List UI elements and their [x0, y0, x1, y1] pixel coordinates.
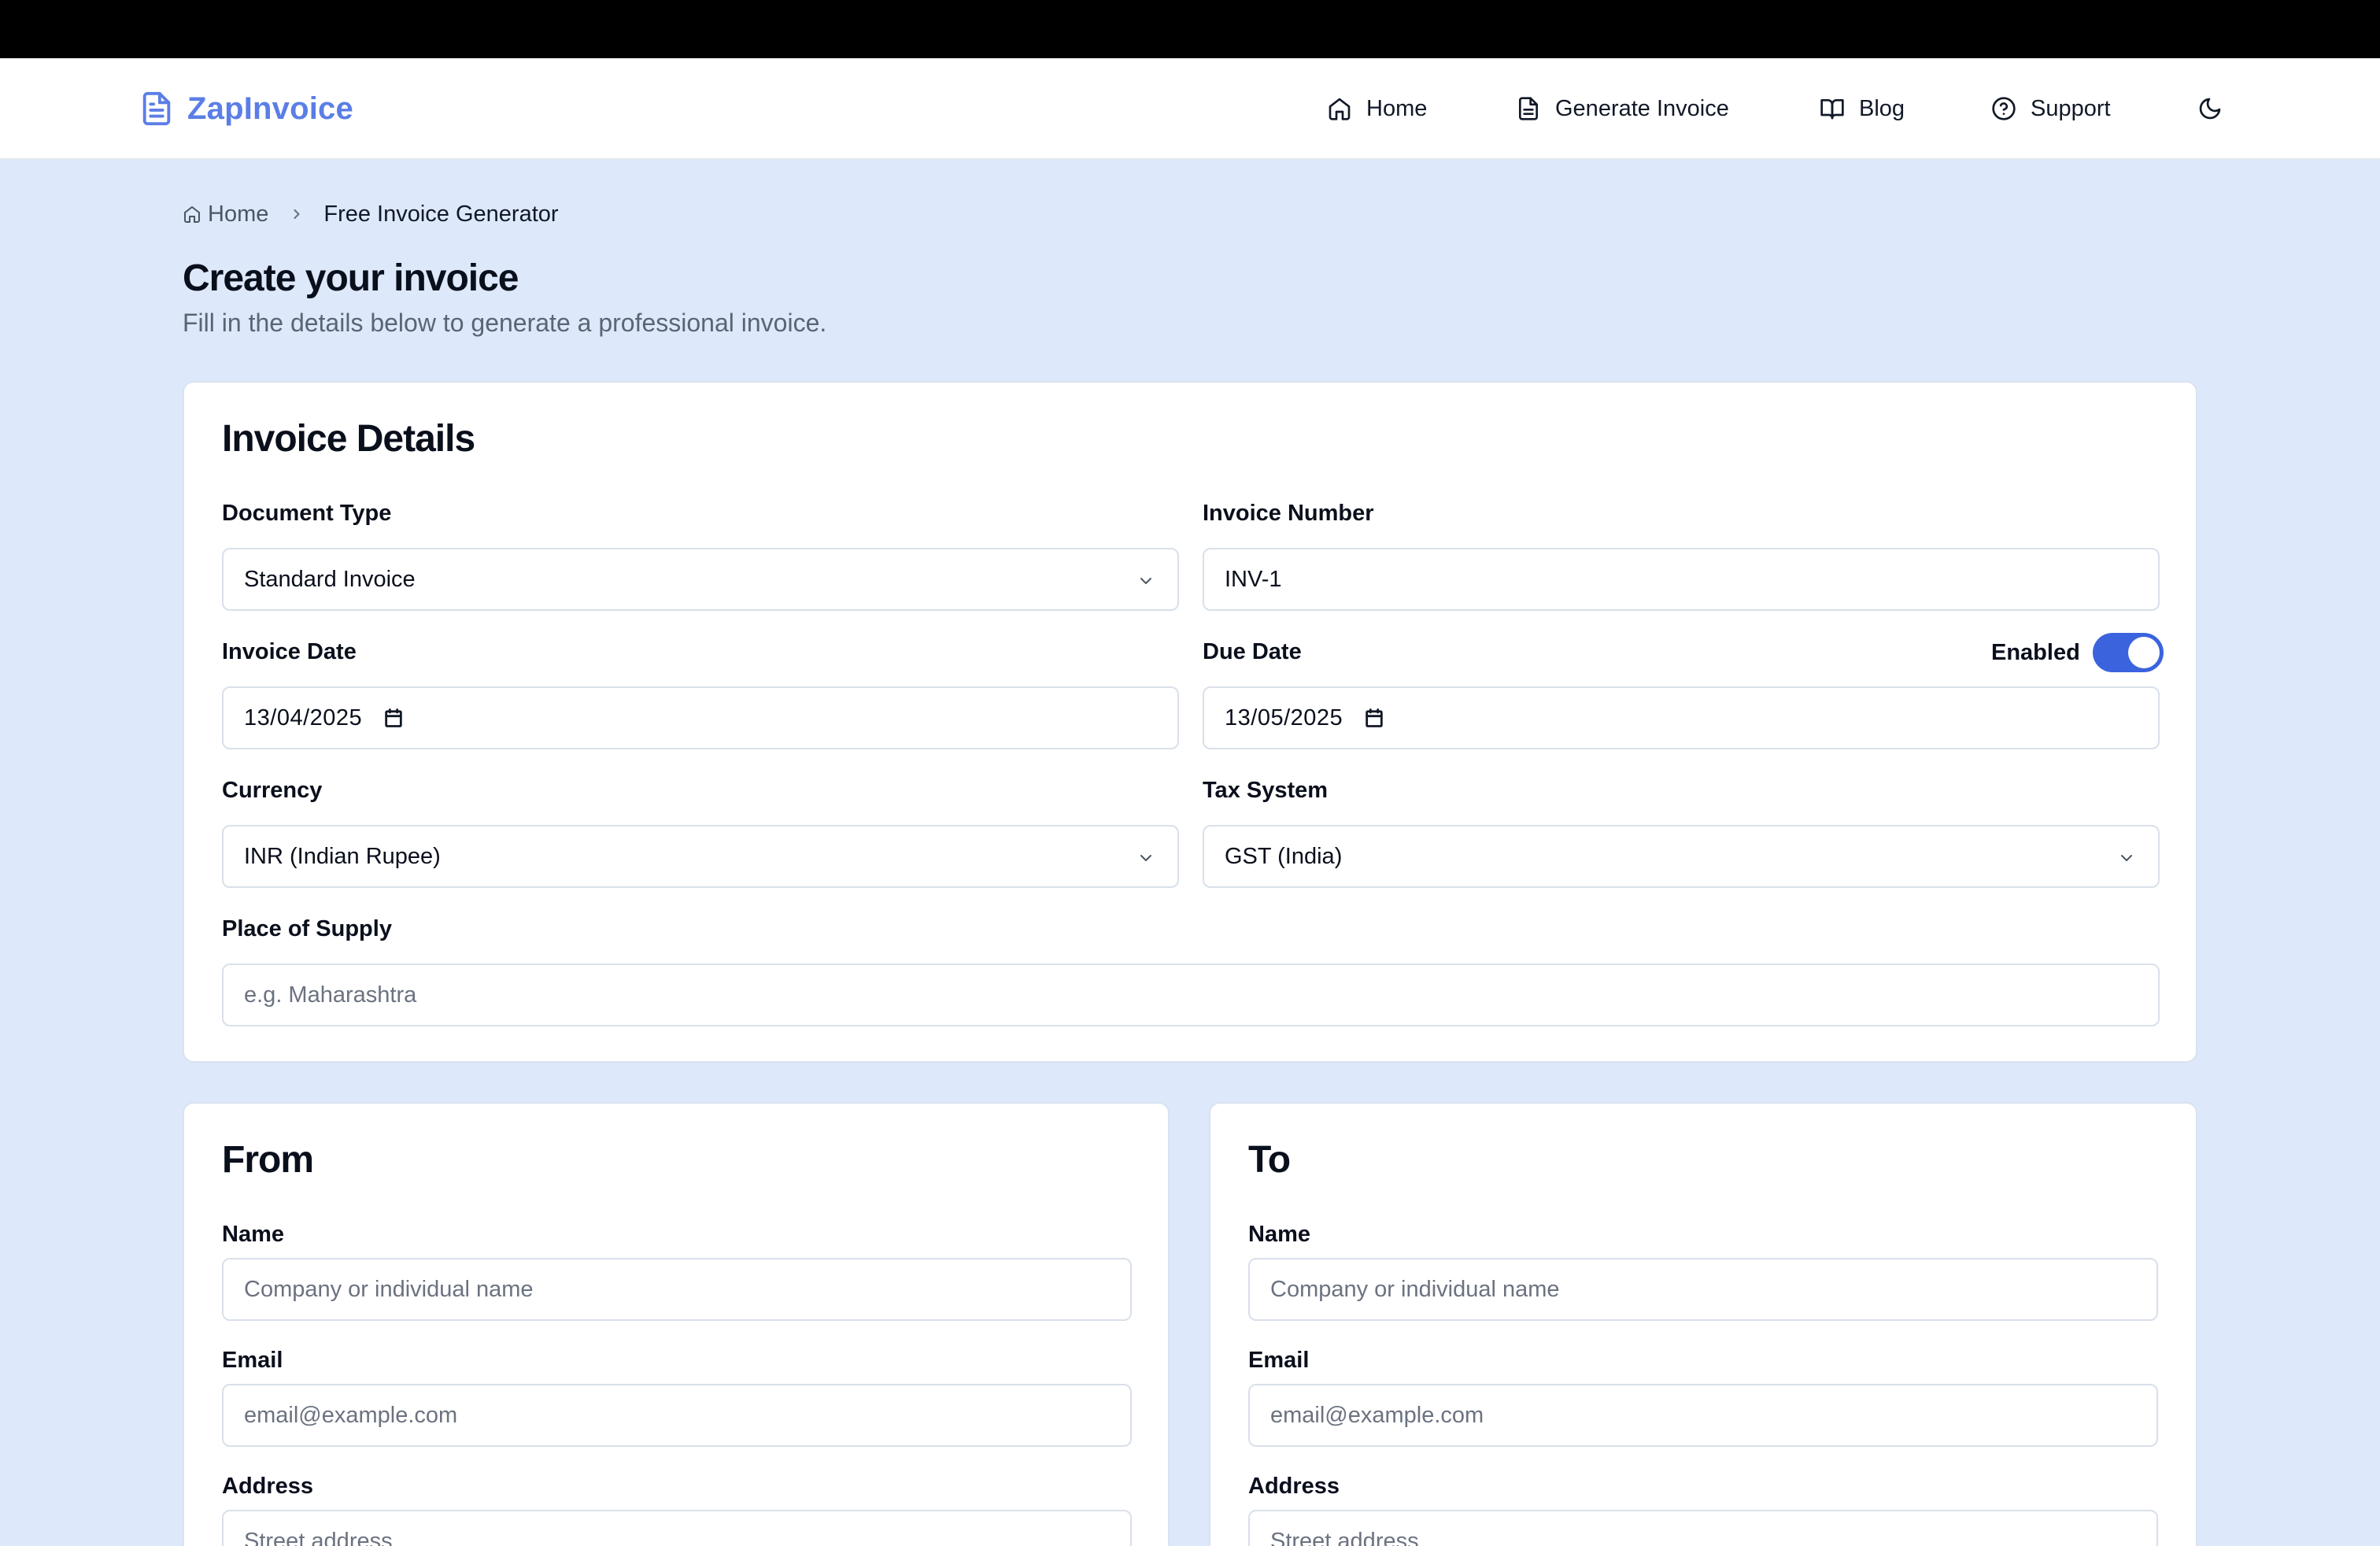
- chevron-down-icon: [1140, 855, 1151, 861]
- due-date-toggle[interactable]: [2092, 633, 2164, 672]
- invoice-details-title: Invoice Details: [222, 418, 475, 460]
- nav-generate-label: Generate Invoice: [1555, 95, 1729, 121]
- from-address-input[interactable]: [222, 1510, 1132, 1546]
- due-date-toggle-label: Enabled: [1991, 639, 2080, 665]
- tax-system-label: Tax System: [1203, 778, 1329, 803]
- invoice-date-label: Invoice Date: [222, 639, 357, 664]
- nav-home-link[interactable]: Home: [1327, 90, 1427, 128]
- nav-blog-label: Blog: [1859, 95, 1905, 121]
- tax-system-value: GST (India): [1225, 843, 1343, 869]
- breadcrumb: Home Free Invoice Generator: [183, 198, 559, 230]
- currency-select[interactable]: INR (Indian Rupee): [222, 825, 1179, 888]
- from-name-label: Name: [222, 1222, 284, 1247]
- chevron-down-icon: [1140, 578, 1151, 584]
- brand-logo[interactable]: ZapInvoice: [139, 87, 353, 131]
- from-card: From Name Email Address: [183, 1102, 1170, 1546]
- nav-blog-link[interactable]: Blog: [1820, 90, 1905, 128]
- help-circle-icon: [1992, 97, 2016, 120]
- to-card: To Name Email Address: [1209, 1102, 2197, 1546]
- due-date-value: 13/05/2025: [1225, 705, 1343, 730]
- invoice-date-value: 13/04/2025: [244, 705, 363, 730]
- nav-home-label: Home: [1366, 95, 1428, 121]
- to-email-input[interactable]: [1248, 1384, 2158, 1447]
- to-address-label: Address: [1248, 1474, 1340, 1499]
- calendar-icon[interactable]: [1363, 707, 1385, 729]
- breadcrumb-home-link[interactable]: Home: [183, 202, 268, 227]
- page-subtitle: Fill in the details below to generate a …: [183, 309, 827, 337]
- to-name-label: Name: [1248, 1222, 1310, 1247]
- nav-support-label: Support: [2031, 95, 2111, 121]
- nav-support-link[interactable]: Support: [1991, 90, 2111, 128]
- due-date-toggle-group: Enabled: [1991, 633, 2164, 672]
- brand-name: ZapInvoice: [187, 91, 353, 126]
- currency-label: Currency: [222, 778, 323, 803]
- breadcrumb-home-label: Home: [208, 201, 269, 227]
- from-email-label: Email: [222, 1348, 283, 1373]
- due-date-input[interactable]: 13/05/2025: [1203, 686, 2160, 749]
- moon-icon: [2199, 98, 2221, 120]
- to-title: To: [1248, 1139, 1291, 1181]
- file-text-icon: [1519, 97, 1538, 120]
- toggle-knob: [2127, 637, 2160, 668]
- tax-system-select[interactable]: GST (India): [1203, 825, 2160, 888]
- place-of-supply-input[interactable]: [222, 963, 2160, 1026]
- chevron-down-icon: [2121, 855, 2132, 861]
- invoice-date-input[interactable]: 13/04/2025: [222, 686, 1179, 749]
- to-name-input[interactable]: [1248, 1258, 2158, 1321]
- book-open-icon: [1820, 99, 1844, 120]
- document-type-value: Standard Invoice: [244, 566, 416, 592]
- document-type-select[interactable]: Standard Invoice: [222, 548, 1179, 611]
- to-address-input[interactable]: [1248, 1510, 2158, 1546]
- from-title: From: [222, 1139, 314, 1181]
- home-icon: [184, 206, 200, 223]
- document-type-label: Document Type: [222, 501, 392, 526]
- file-text-icon: [142, 91, 171, 126]
- chevron-right-icon: [289, 206, 305, 222]
- from-email-input[interactable]: [222, 1384, 1132, 1447]
- breadcrumb-current: Free Invoice Generator: [323, 201, 559, 227]
- nav-generate-invoice-link[interactable]: Generate Invoice: [1516, 90, 1729, 128]
- invoice-number-input[interactable]: [1203, 548, 2160, 611]
- from-name-input[interactable]: [222, 1258, 1132, 1321]
- page-title: Create your invoice: [183, 257, 519, 299]
- place-of-supply-label: Place of Supply: [222, 916, 392, 941]
- calendar-icon[interactable]: [382, 707, 405, 729]
- invoice-number-label: Invoice Number: [1203, 501, 1374, 526]
- to-email-label: Email: [1248, 1348, 1310, 1373]
- navbar: ZapInvoice Home Generate Invoice Blog Su…: [0, 58, 2380, 160]
- invoice-details-card: Invoice Details Document Type Standard I…: [183, 381, 2197, 1063]
- currency-value: INR (Indian Rupee): [244, 843, 441, 869]
- due-date-label: Due Date: [1203, 639, 1302, 664]
- window-top-bar: [0, 0, 2380, 58]
- from-address-label: Address: [222, 1474, 314, 1499]
- theme-toggle-button[interactable]: [2194, 93, 2226, 124]
- home-icon: [1329, 98, 1351, 120]
